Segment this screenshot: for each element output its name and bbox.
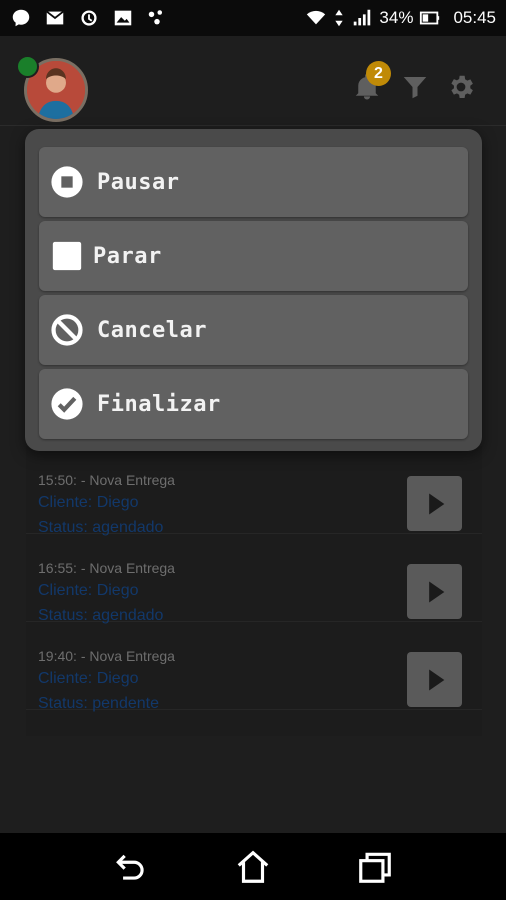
deliveries-list: 15:50: - Nova Entrega Cliente: Diego Sta…: [26, 446, 482, 736]
image-icon: [112, 7, 134, 29]
dots-icon: [146, 7, 168, 29]
list-item[interactable]: 15:50: - Nova Entrega Cliente: Diego Sta…: [26, 446, 482, 536]
sync-icon: [78, 7, 100, 29]
back-button[interactable]: [111, 847, 151, 887]
signal-icon: [351, 7, 373, 29]
online-status-dot: [16, 55, 39, 78]
menu-item-finalizar[interactable]: Finalizar: [39, 369, 468, 439]
back-icon: [116, 854, 144, 880]
app-header: 2: [0, 36, 506, 126]
battery-percent: 34%: [379, 8, 414, 27]
battery-icon: [419, 7, 441, 29]
menu-item-parar[interactable]: Parar: [39, 221, 468, 291]
home-button[interactable]: [233, 847, 273, 887]
clock: 05:45: [453, 8, 496, 27]
status-right: 34% 05:45: [305, 7, 496, 29]
menu-item-label: Pausar: [97, 169, 180, 195]
play-button[interactable]: [407, 652, 462, 707]
gmail-icon: [44, 7, 66, 29]
list-item[interactable]: 19:40: - Nova Entrega Cliente: Diego Sta…: [26, 622, 482, 712]
play-icon: [428, 493, 444, 514]
play-icon: [428, 581, 444, 602]
menu-item-label: Finalizar: [97, 391, 221, 417]
status-bar: 34% 05:45: [0, 0, 506, 36]
recent-apps-button[interactable]: [355, 847, 395, 887]
stop-square-icon: [49, 238, 85, 274]
menu-item-pausar[interactable]: Pausar: [39, 147, 468, 217]
menu-item-label: Parar: [93, 243, 162, 269]
notification-badge: 2: [366, 61, 391, 86]
messenger-icon: [10, 7, 32, 29]
cancel-circle-icon: [49, 312, 85, 348]
data-arrows-icon: [333, 7, 345, 29]
check-circle-icon: [49, 386, 85, 422]
menu-item-cancelar[interactable]: Cancelar: [39, 295, 468, 365]
pause-circle-icon: [49, 164, 85, 200]
action-menu: Pausar Parar Cancelar Finalizar: [25, 129, 482, 451]
screen: 34% 05:45 2 15:50: - Nova Entrega Client…: [0, 0, 506, 900]
play-button[interactable]: [407, 476, 462, 531]
app-screen: 2 15:50: - Nova Entrega Cliente: Diego S…: [0, 36, 506, 833]
home-icon: [237, 850, 269, 883]
nav-bar: [0, 833, 506, 900]
recent-apps-icon: [359, 852, 391, 883]
gear-icon[interactable]: [446, 72, 476, 102]
play-icon: [428, 669, 444, 690]
wifi-icon: [305, 7, 327, 29]
menu-item-label: Cancelar: [97, 317, 207, 343]
play-button[interactable]: [407, 564, 462, 619]
list-item[interactable]: 16:55: - Nova Entrega Cliente: Diego Sta…: [26, 534, 482, 624]
status-left-icons: [10, 7, 168, 29]
filter-icon[interactable]: [400, 72, 430, 102]
